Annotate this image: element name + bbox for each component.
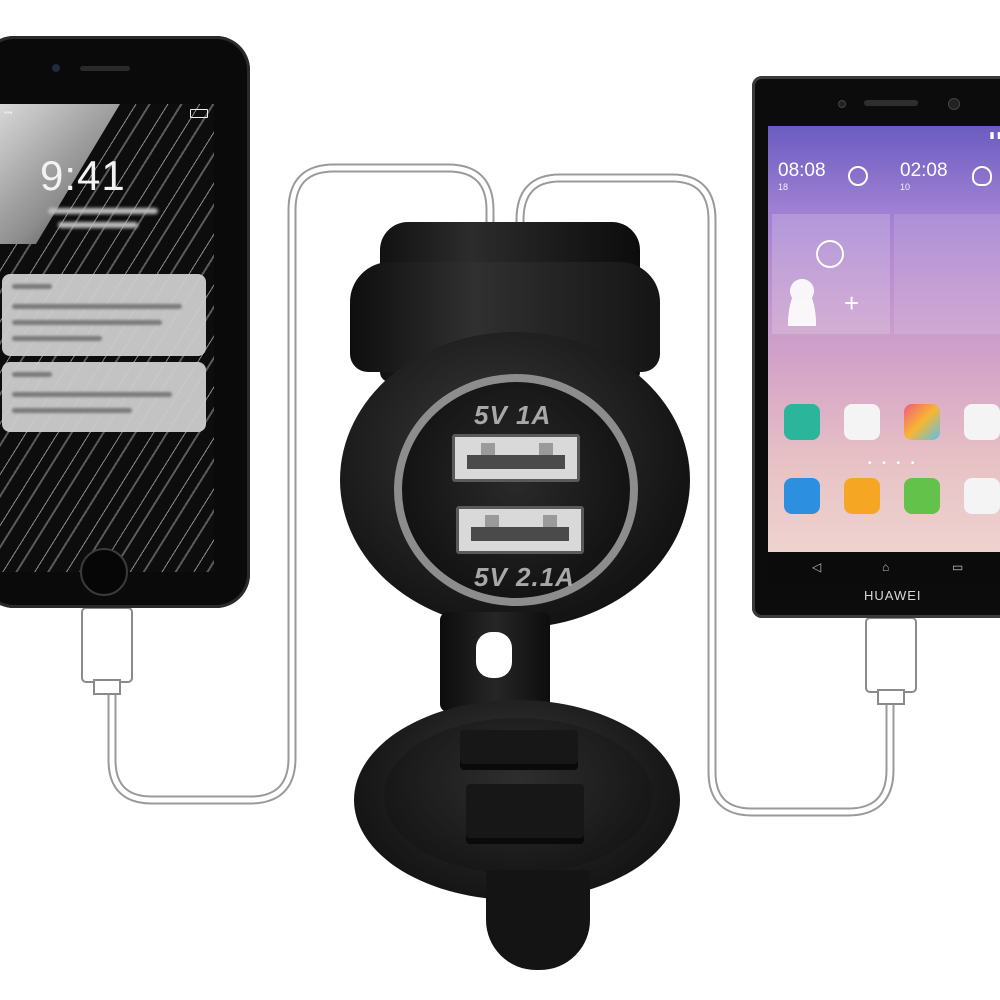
browser-app-icon xyxy=(964,478,1000,514)
signal-icon: ▪▪▪ xyxy=(4,108,13,117)
port-top-label: 5V 1A xyxy=(474,400,552,430)
battery-icon xyxy=(190,109,208,118)
contacts-app-icon xyxy=(844,478,880,514)
app-icon xyxy=(964,404,1000,440)
clock-widget-2: 02:08 10 xyxy=(900,160,948,192)
usb-port-1a xyxy=(452,434,580,482)
home-button xyxy=(80,548,128,596)
back-icon: ◁ xyxy=(812,560,822,574)
brand-logo: HUAWEI xyxy=(864,588,922,603)
front-camera xyxy=(948,98,960,110)
usb-port-2-1a xyxy=(456,506,584,554)
huawei-home-screen: ▮ ▮ 08:08 18 02:08 10 + • • • • ◁ ⌂ ▭ xyxy=(768,126,1000,582)
person-icon xyxy=(784,276,820,326)
huawei-phone: ▮ ▮ 08:08 18 02:08 10 + • • • • ◁ ⌂ ▭ HU… xyxy=(752,76,1000,618)
status-bar: ▪▪▪ xyxy=(0,106,214,120)
left-plug xyxy=(81,607,133,683)
earpiece xyxy=(80,66,130,71)
messages-app-icon xyxy=(904,478,940,514)
cap-plug-bottom xyxy=(466,784,584,844)
cloud-sun-icon xyxy=(972,166,992,186)
cap-pull-tab xyxy=(486,870,590,970)
front-camera xyxy=(52,64,60,72)
phone-app-icon xyxy=(784,478,820,514)
menu-icon: ▭ xyxy=(952,560,964,574)
cap-plug-top xyxy=(460,730,578,770)
home-icon: ⌂ xyxy=(882,560,890,574)
camera-app-icon xyxy=(844,404,880,440)
status-bar: ▮ ▮ xyxy=(989,130,1000,140)
product-photo: ▪▪▪ 9:41 ▮ ▮ 08:08 18 02:08 10 + • • • •… xyxy=(0,0,1000,1000)
clock-widget-1: 08:08 18 xyxy=(778,160,826,192)
earpiece xyxy=(864,100,918,106)
iphone-lock-screen: ▪▪▪ 9:41 xyxy=(0,104,214,572)
add-icon: + xyxy=(844,288,860,318)
blurred-date xyxy=(48,208,158,214)
contacts-widget: + xyxy=(772,214,890,334)
port-bottom-label: 5V 2.1A xyxy=(474,562,575,592)
photo-widget xyxy=(894,214,1000,334)
iphone: ▪▪▪ 9:41 xyxy=(0,36,250,608)
right-plug xyxy=(865,617,917,693)
lock-screen-clock: 9:41 xyxy=(40,152,126,199)
sun-icon xyxy=(848,166,868,186)
nav-circle-icon xyxy=(816,240,844,268)
page-indicator: • • • • xyxy=(868,458,919,469)
notification-card xyxy=(2,274,206,356)
navigation-bar: ◁ ⌂ ▭ xyxy=(768,552,1000,582)
gallery-app-icon xyxy=(904,404,940,440)
app-icon xyxy=(784,404,820,440)
notification-card xyxy=(2,362,206,432)
